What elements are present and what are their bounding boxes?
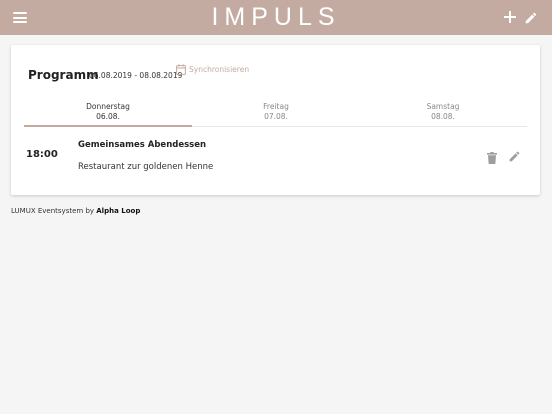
tab-day-label: Donnerstag: [86, 102, 130, 111]
tab-donnerstag[interactable]: Donnerstag 06.08.: [24, 102, 192, 127]
event-location: Restaurant zur goldenen Henne: [78, 162, 214, 172]
pencil-icon[interactable]: [524, 10, 538, 24]
calendar-icon: [176, 64, 186, 75]
app-bar: IMPULS: [0, 0, 552, 35]
date-range: 06.08.2019 - 08.08.2019: [89, 71, 183, 80]
footer: LUMUX Eventsystem by Alpha Loop: [11, 207, 140, 215]
event-time: 18:00: [26, 149, 58, 160]
tab-date-label: 07.08.: [264, 112, 288, 121]
tab-day-label: Freitag: [263, 102, 289, 111]
footer-company-link[interactable]: Alpha Loop: [96, 207, 140, 215]
footer-text: LUMUX Eventsystem by: [11, 207, 95, 215]
event-title: Gemeinsames Abendessen: [78, 140, 207, 150]
tab-samstag[interactable]: Samstag 08.08.: [359, 102, 527, 126]
sync-button[interactable]: Synchronisieren: [176, 64, 249, 75]
day-tabs: Donnerstag 06.08. Freitag 07.08. Samstag…: [24, 102, 527, 127]
tab-day-label: Samstag: [426, 102, 460, 111]
program-title: Programm: [28, 68, 99, 82]
program-card: Programm 06.08.2019 - 08.08.2019 Synchro…: [11, 45, 540, 195]
trash-icon[interactable]: [487, 149, 497, 165]
brand-logo: IMPULS: [211, 3, 341, 31]
tab-freitag[interactable]: Freitag 07.08.: [192, 102, 360, 126]
pencil-icon[interactable]: [508, 148, 521, 162]
sync-label: Synchronisieren: [189, 65, 250, 74]
tab-date-label: 06.08.: [96, 112, 120, 121]
plus-icon[interactable]: [503, 10, 517, 24]
tab-date-label: 08.08.: [431, 112, 455, 121]
